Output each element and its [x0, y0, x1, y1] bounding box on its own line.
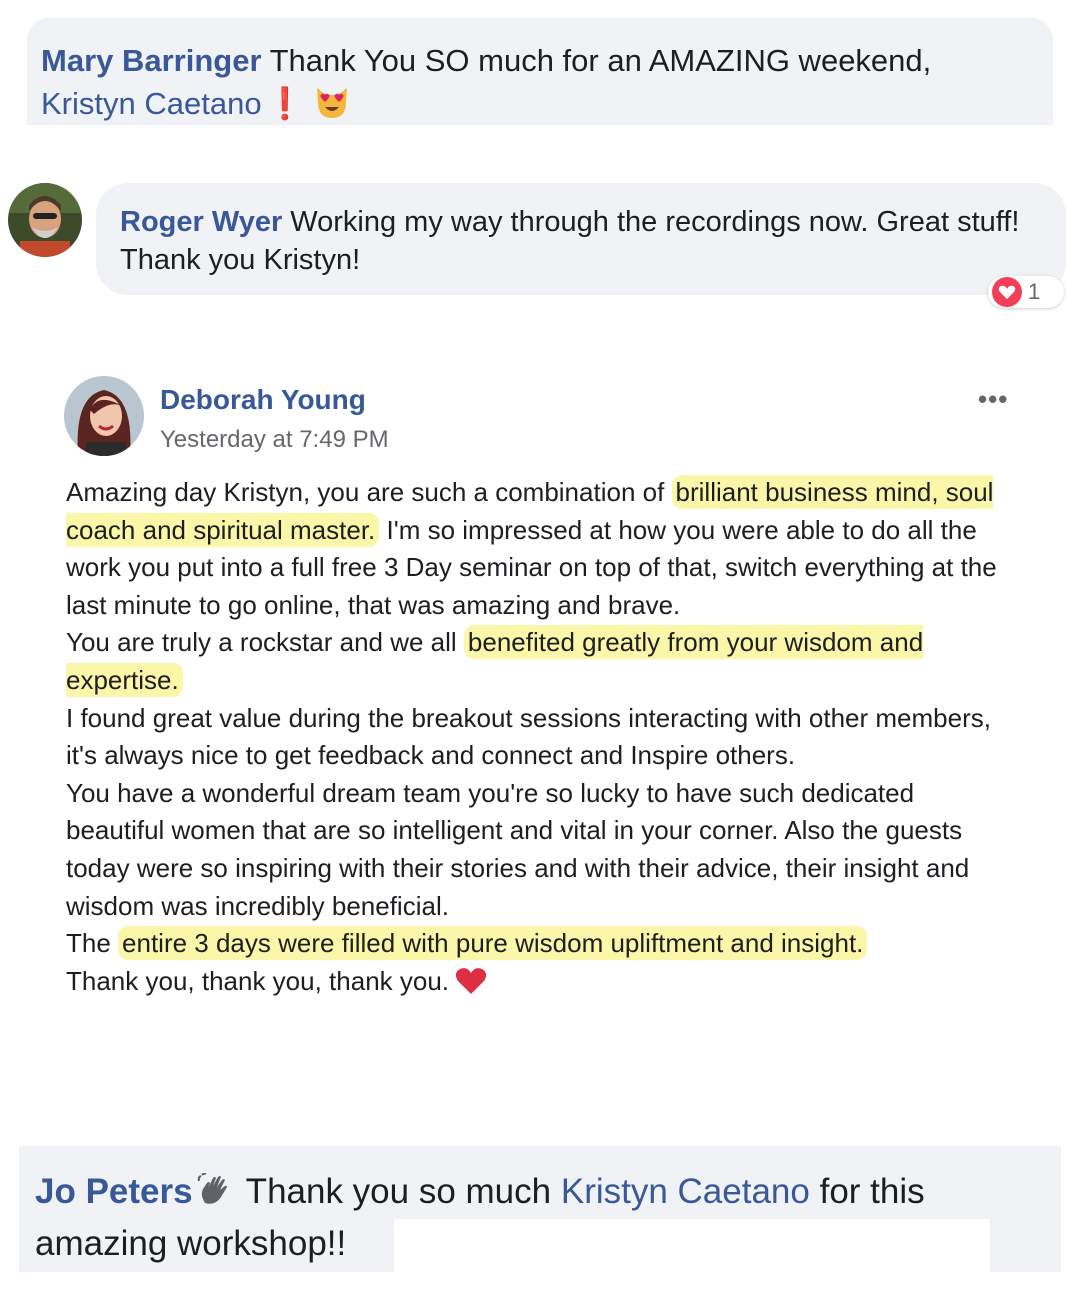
crop-mask — [394, 1219, 990, 1275]
post-text: You are truly a rockstar and we all — [66, 627, 464, 658]
post-header: Deborah Young Yesterday at 7:49 PM ••• — [64, 376, 1024, 456]
post-body: Amazing day Kristyn, you are such a comb… — [66, 474, 1016, 1000]
post-paragraph: Amazing day Kristyn, you are such a comb… — [66, 474, 1016, 624]
comment-text: Thank You SO much for an AMAZING weekend… — [269, 43, 932, 78]
heart-eyes-cat-emoji — [317, 88, 348, 118]
post-paragraph: You are truly a rockstar and we all bene… — [66, 624, 1016, 699]
reaction-badge[interactable]: 1 — [988, 276, 1064, 308]
post-paragraph: You have a wonderful dream team you're s… — [66, 777, 970, 921]
post-paragraph: Thank you, thank you, thank you. — [66, 963, 1016, 1001]
waving-hand-icon — [197, 1173, 227, 1204]
comment-author[interactable]: Jo Peters — [35, 1172, 193, 1211]
comment-roger-wyer: Roger Wyer Working my way through the re… — [96, 183, 1066, 295]
post-text: Amazing day Kristyn, you are such a comb… — [66, 477, 672, 507]
exclamation-emoji: ❗ — [265, 86, 305, 121]
post-paragraph: I found great value during the breakout … — [66, 702, 991, 771]
roger-wyer-avatar-icon — [8, 183, 82, 257]
post-text: The — [66, 928, 119, 959]
more-options-icon[interactable]: ••• — [978, 384, 1008, 415]
highlighted-text: entire 3 days were filled with pure wisd… — [118, 926, 868, 961]
comment-author[interactable]: Mary Barringer — [41, 43, 262, 78]
deborah-young-avatar-icon — [64, 376, 144, 456]
red-heart-emoji — [455, 967, 487, 994]
post-paragraph: The entire 3 days were filled with pure … — [66, 925, 1016, 963]
avatar[interactable] — [64, 376, 144, 456]
mention-link[interactable]: Kristyn Caetano — [561, 1172, 810, 1211]
mention-link[interactable]: Kristyn Caetano — [41, 86, 262, 121]
avatar[interactable] — [8, 183, 82, 257]
comment-author[interactable]: Roger Wyer — [120, 206, 282, 238]
comment-text: Thank you so much — [236, 1172, 561, 1211]
post-author[interactable]: Deborah Young — [160, 384, 366, 416]
reaction-count: 1 — [1028, 279, 1041, 304]
post-text: Thank you, thank you, thank you. — [66, 965, 450, 996]
heart-reaction-icon — [992, 277, 1022, 307]
comment-mary-barringer: Mary Barringer Thank You SO much for an … — [27, 18, 1053, 125]
post-timestamp[interactable]: Yesterday at 7:49 PM — [160, 426, 389, 454]
